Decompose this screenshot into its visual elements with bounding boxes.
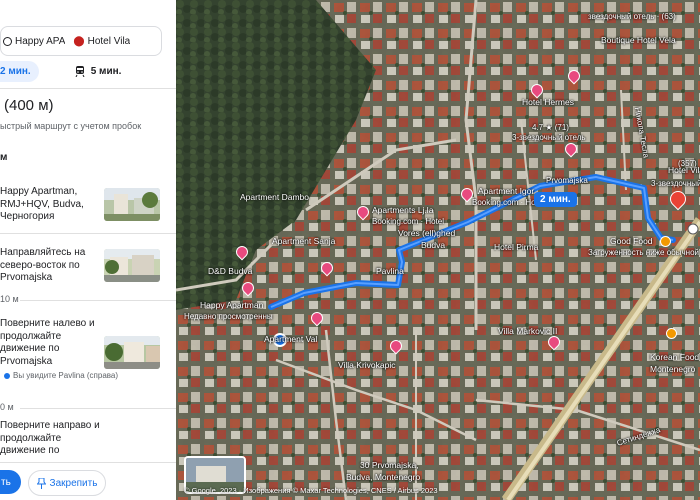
transit-time: 5 мин.	[90, 65, 122, 77]
destination-pin-icon: ⬤	[73, 35, 85, 47]
destination-point	[687, 223, 699, 235]
origin-dot-icon	[3, 36, 12, 46]
map-label-vila-lux-rating: (357)	[678, 159, 697, 168]
map-label-apt-val[interactable]: Apartment Val	[264, 334, 317, 344]
car-time: 2 мин.	[0, 65, 31, 77]
divider	[0, 88, 176, 89]
pin-icon	[36, 477, 46, 489]
map-label-good-food-sub: Загруженность ниже обычной	[588, 248, 699, 257]
step-text: Направляйтесь на северо-восток по Prvoma…	[0, 247, 86, 283]
map-label-pavlina[interactable]: Pavlina	[376, 266, 404, 276]
map-label-hermes-stars: 3-звездочный отель	[512, 133, 586, 142]
step-text: Happy Apartman, RMJ+HQV, Budva, Черногор…	[0, 186, 84, 222]
map-label-apt-lj-sub: Booking.com · Hotel	[372, 217, 445, 226]
divider	[20, 408, 176, 409]
satellite-map[interactable]: звездочный отель · (63) Boutique Hotel V…	[176, 0, 700, 500]
step-item[interactable]: Поверните направо и продолжайте движение…	[0, 420, 176, 460]
directions-panel: Happy APA ⬤ Hotel Vila 2 мин. 5 мин. (40…	[0, 0, 177, 500]
map-label-hermes-rating: 4.7 ★ (71)	[532, 123, 569, 132]
step-distance: 10 м	[0, 294, 19, 304]
map-label: звездочный отель · (63)	[588, 12, 676, 21]
map-label-dd-budva[interactable]: D&D Budva	[208, 266, 252, 276]
start-button[interactable]: ть	[0, 470, 21, 494]
start-button-label: ть	[1, 476, 11, 488]
map-label-villa-markovic[interactable]: Villa Markovic II	[498, 326, 557, 336]
divider	[20, 300, 176, 301]
destination-field[interactable]: ⬤ Hotel Vila	[71, 36, 130, 47]
panel-actions: ть Закрепить	[0, 462, 176, 500]
map-label-villa-krivokapic[interactable]: Villa Krivokapic	[338, 360, 395, 370]
map-label-apt-lj[interactable]: Apartments Lj.la	[372, 205, 433, 215]
mode-car-tab[interactable]: 2 мин.	[0, 60, 39, 82]
step-distance: 0 м	[0, 402, 14, 412]
step-item[interactable]: Поверните налево и продолжайте движение …	[0, 318, 176, 380]
step-item[interactable]: Направляйтесь на северо-восток по Prvoma…	[0, 247, 176, 287]
landmark-hint-text: Вы увидите Pavlina (справа)	[13, 371, 119, 380]
origin-label: Happy APA	[15, 35, 66, 47]
divider	[0, 233, 176, 234]
map-label-korean[interactable]: Korean Food	[650, 352, 699, 362]
route-time-chip[interactable]: 2 мин.	[534, 192, 577, 207]
food-pin-icon[interactable]	[666, 328, 677, 339]
map-label-montenegro: Montenegro	[650, 364, 696, 374]
map-label-address-2: Budva, Montenegro	[346, 472, 421, 482]
street-label-prvomajska: Prvomajska	[546, 176, 588, 185]
map-label-happy-apt[interactable]: Happy Apartman	[200, 300, 263, 310]
pin-button[interactable]: Закрепить	[28, 470, 106, 496]
map-label-good-food[interactable]: Good Food	[610, 236, 653, 246]
landmark-hint: Вы увидите Pavlina (справа)	[4, 370, 118, 383]
step-text: Поверните направо и продолжайте движение…	[0, 420, 100, 456]
step-text: Поверните налево и продолжайте движение …	[0, 318, 95, 367]
pin-button-label: Закрепить	[49, 477, 98, 489]
map-label-budva: Budva	[421, 240, 446, 250]
street-thumbnail[interactable]	[104, 336, 160, 369]
map-label-happy-sub: Недавно просмотренны	[184, 312, 273, 321]
map-label-apt-dambo[interactable]: Apartment Dambo	[240, 192, 309, 202]
map-label-pirma[interactable]: Hotel Pirma	[494, 242, 538, 252]
section-heading: м	[0, 152, 8, 163]
street-thumbnail[interactable]	[104, 249, 160, 282]
route-summary-sub: ыстрый маршрут с учетом пробок	[0, 121, 142, 131]
map-label-boutique[interactable]: Boutique Hotel Vela	[601, 35, 676, 45]
destination-label: Hotel Vila	[87, 35, 131, 47]
step-item[interactable]: Happy Apartman, RMJ+HQV, Budva, Черногор…	[0, 186, 176, 226]
food-pin-icon[interactable]	[660, 236, 671, 247]
map-label-apt-igor[interactable]: Apartment Igor	[478, 186, 534, 196]
map-label-apt-sanja[interactable]: Apartment Sanja	[272, 236, 335, 246]
info-icon	[4, 373, 10, 380]
train-icon	[75, 65, 85, 77]
map-label-vila-lux-stars: 3-звездочный отель	[651, 179, 700, 188]
street-thumbnail[interactable]	[104, 188, 160, 221]
origin-field[interactable]: Happy APA	[1, 36, 65, 47]
travel-modes: 2 мин. 5 мин.	[0, 58, 176, 84]
map-attribution: © Google, 2023 · Изображения © Maxar Tec…	[184, 486, 438, 495]
map-label-vores[interactable]: Vores (ell)ghed	[398, 228, 455, 238]
map-label-address[interactable]: 30 Prvomajska,	[360, 460, 419, 470]
route-endpoints[interactable]: Happy APA ⬤ Hotel Vila	[0, 26, 162, 56]
route-summary: (400 м)	[4, 97, 54, 114]
map-label-hermes[interactable]: Hotel Hermes	[522, 97, 574, 107]
mode-transit-tab[interactable]: 5 мин.	[75, 65, 122, 77]
